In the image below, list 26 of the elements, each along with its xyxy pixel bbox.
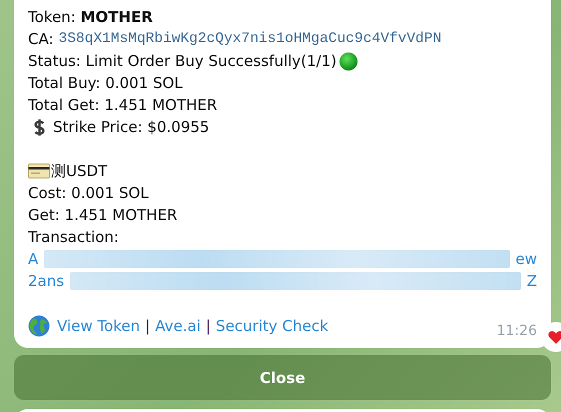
message-line: Total Buy: 0.001 SOL — [28, 73, 184, 94]
credit-card-icon — [28, 163, 50, 179]
link-separator: | — [206, 317, 211, 335]
heart-icon — [548, 330, 561, 344]
link-fragment[interactable]: Z — [526, 272, 537, 290]
link-fragment[interactable]: A — [28, 250, 38, 268]
message-line: Cost: 0.001 SOL — [28, 183, 150, 204]
link-separator: | — [145, 317, 150, 335]
status-line: Status: Limit Order Buy Successfully(1/1) — [28, 52, 337, 70]
footer-link[interactable]: Ave.ai — [155, 317, 201, 335]
footer-link[interactable]: View Token — [57, 317, 140, 335]
price-line: Strike Price: $0.0955 — [53, 118, 210, 136]
message-line: Total Get: 1.451 MOTHER — [28, 95, 218, 116]
contract-address[interactable]: 3S8qX1MsMqRbiwKg2cQyx7nis1oHMgaCuc9c4VfvVdPN — [58, 31, 442, 47]
message-time: 11:26 — [496, 323, 537, 339]
status-dot-icon — [338, 52, 358, 70]
close-button[interactable]: Close — [14, 355, 551, 400]
message-line: Get: 1.451 MOTHER — [28, 205, 178, 226]
message-line: 测USDT — [51, 162, 108, 180]
globe-icon — [28, 315, 50, 337]
message-line: Token: MOTHER — [28, 7, 154, 28]
message-line: Transaction: — [28, 227, 120, 248]
address-label: CA: — [28, 30, 54, 48]
link-fragment[interactable]: ew — [516, 250, 537, 268]
link-fragment[interactable]: 2ans — [28, 272, 64, 290]
footer-link[interactable]: Security Check — [216, 317, 328, 335]
